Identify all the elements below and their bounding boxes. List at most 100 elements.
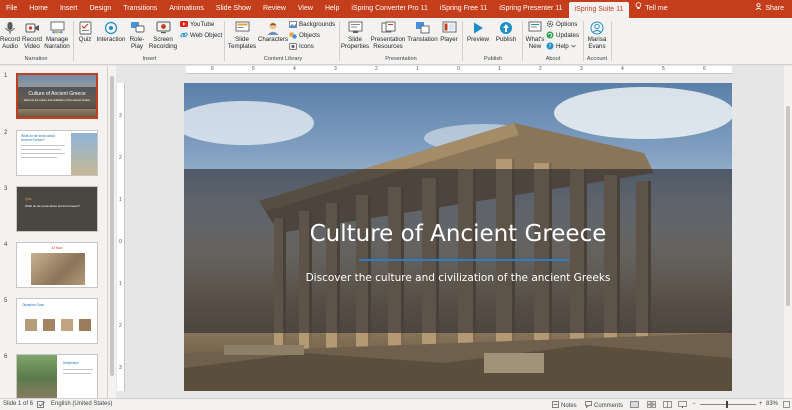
presentation-resources-icon	[380, 20, 396, 35]
account-button[interactable]: Marisa Evans	[585, 20, 609, 50]
tab-help[interactable]: Help	[319, 0, 345, 18]
options-button[interactable]: Options	[546, 20, 577, 28]
slide-properties-button[interactable]: Slide Properties	[341, 20, 369, 50]
share-label: Share	[765, 5, 784, 12]
backgrounds-button[interactable]: Backgrounds	[289, 20, 335, 28]
tab-ispring-converter[interactable]: iSpring Converter Pro 11	[345, 0, 434, 18]
tab-file[interactable]: File	[0, 0, 23, 18]
characters-button[interactable]: Characters	[258, 20, 288, 43]
tab-animations[interactable]: Animations	[163, 0, 210, 18]
manage-narration-button[interactable]: Manage Narration	[44, 20, 70, 50]
ribbon-separator	[522, 21, 523, 61]
translation-button[interactable]: Translation	[407, 20, 438, 43]
slide-title[interactable]: Culture of Ancient Greece	[184, 221, 732, 247]
tab-ispring-free[interactable]: iSpring Free 11	[434, 0, 493, 18]
account-group-label: Account	[586, 56, 608, 62]
whats-new-button[interactable]: What's New	[524, 20, 546, 50]
about-group-label: About	[545, 56, 561, 62]
zoom-out-button[interactable]: −	[692, 401, 696, 407]
zoom-slider[interactable]	[700, 401, 756, 408]
ruler-tick-label: 6	[211, 66, 214, 72]
zoom-in-button[interactable]: +	[759, 401, 763, 407]
slide-subtitle[interactable]: Discover the culture and civilization of…	[184, 272, 732, 284]
ribbon-panel: Record Audio Record Video Manage Narrati…	[0, 18, 792, 65]
tab-transitions[interactable]: Transitions	[117, 0, 163, 18]
slide-thumbnails-panel: 1 Culture of Ancient Greece Discover the…	[0, 66, 108, 400]
tab-slide-show[interactable]: Slide Show	[210, 0, 257, 18]
player-button[interactable]: Player	[439, 20, 459, 43]
ruler-tick-label: 1	[119, 281, 122, 287]
interaction-button[interactable]: Interaction	[95, 20, 127, 43]
status-bar: Slide 1 of 6 English (United States) Not…	[0, 398, 792, 410]
spellcheck-icon[interactable]	[37, 401, 45, 408]
gear-icon	[546, 20, 554, 28]
record-audio-button[interactable]: Record Audio	[0, 20, 20, 50]
tab-review[interactable]: Review	[257, 0, 292, 18]
tab-ispring-presenter[interactable]: iSpring Presenter 11	[493, 0, 568, 18]
updates-button[interactable]: Updates	[546, 31, 579, 39]
help-button[interactable]: ? Help	[546, 42, 576, 50]
tab-design[interactable]: Design	[83, 0, 117, 18]
thumbnail-image: Quiz What do we know about ancient Greec…	[16, 186, 98, 232]
thumbnail-number: 5	[4, 298, 8, 304]
ruler-tick-label: 5	[252, 66, 255, 72]
fit-to-window-icon[interactable]	[783, 401, 790, 408]
ruler-tick-label: 2	[119, 323, 122, 329]
quiz-button[interactable]: Quiz	[77, 20, 93, 43]
tell-me-box[interactable]: Tell me	[629, 0, 673, 18]
slide-properties-icon	[347, 20, 363, 35]
character-icon	[265, 20, 281, 35]
reading-view-icon[interactable]	[663, 401, 672, 408]
language-status[interactable]: English (United States)	[51, 401, 112, 407]
slideshow-view-icon[interactable]	[678, 401, 687, 408]
comments-button[interactable]: Comments	[585, 401, 623, 410]
avatar-icon	[589, 20, 605, 35]
tab-insert[interactable]: Insert	[54, 0, 84, 18]
scrollbar-thumb[interactable]	[786, 106, 790, 306]
presentation-resources-button[interactable]: Presentation Resources	[370, 20, 406, 50]
web-object-button[interactable]: Web Object	[180, 31, 222, 39]
icons-button[interactable]: Icons	[289, 42, 314, 50]
thumbnail-title: Delphinium	[63, 361, 79, 365]
notes-button[interactable]: Notes	[552, 401, 577, 410]
vertical-ruler: 3 2 1 0 1 2 3	[117, 83, 125, 391]
thumbnail-title: What do we know about Ancient Greece?	[21, 134, 56, 142]
tab-ispring-suite[interactable]: iSpring Suite 11	[568, 2, 630, 18]
chevron-down-icon	[570, 43, 576, 50]
notes-label: Notes	[561, 402, 577, 409]
comments-label: Comments	[594, 402, 624, 409]
zoom-slider-thumb[interactable]	[726, 401, 728, 408]
slide-counter: Slide 1 of 6	[3, 401, 34, 407]
objects-button[interactable]: Objects	[289, 31, 320, 39]
ribbon-separator	[73, 21, 74, 61]
youtube-button[interactable]: YouTube	[180, 20, 214, 28]
microphone-icon	[2, 20, 18, 35]
svg-text:?: ?	[549, 44, 552, 50]
whats-new-label: What's New	[525, 36, 545, 50]
share-button[interactable]: Share	[755, 0, 784, 18]
current-slide[interactable]: Culture of Ancient Greece Discover the c…	[184, 83, 732, 391]
publish-button[interactable]: Publish	[493, 20, 519, 43]
editor-scrollbar[interactable]	[784, 66, 792, 398]
publish-icon	[498, 20, 514, 35]
record-video-button[interactable]: Record Video	[21, 20, 43, 50]
tab-view[interactable]: View	[292, 0, 319, 18]
scrollbar-thumb[interactable]	[110, 76, 114, 376]
role-play-icon	[129, 20, 145, 35]
narration-group-label: Narration	[24, 56, 48, 62]
normal-view-icon[interactable]	[630, 401, 639, 408]
tab-home[interactable]: Home	[23, 0, 54, 18]
thumbnail-title: Olympian Gods	[22, 303, 44, 307]
preview-button[interactable]: Preview	[465, 20, 491, 43]
screen-recording-button[interactable]: Screen Recording	[148, 20, 178, 50]
ruler-tick-label: 0	[119, 239, 122, 245]
record-audio-label: Record Audio	[0, 36, 20, 50]
thumbnail-subtitle: Discover the culture and civilization of…	[24, 99, 90, 102]
slide-sorter-icon[interactable]	[647, 401, 656, 408]
account-user-label: Marisa Evans	[587, 36, 607, 50]
translation-label: Translation	[407, 36, 438, 43]
role-play-button[interactable]: Role-Play	[128, 20, 146, 50]
slide-templates-button[interactable]: Slide Templates	[228, 20, 256, 50]
zoom-level[interactable]: 83%	[766, 401, 778, 407]
thumbnails-scrollbar[interactable]	[108, 66, 116, 398]
